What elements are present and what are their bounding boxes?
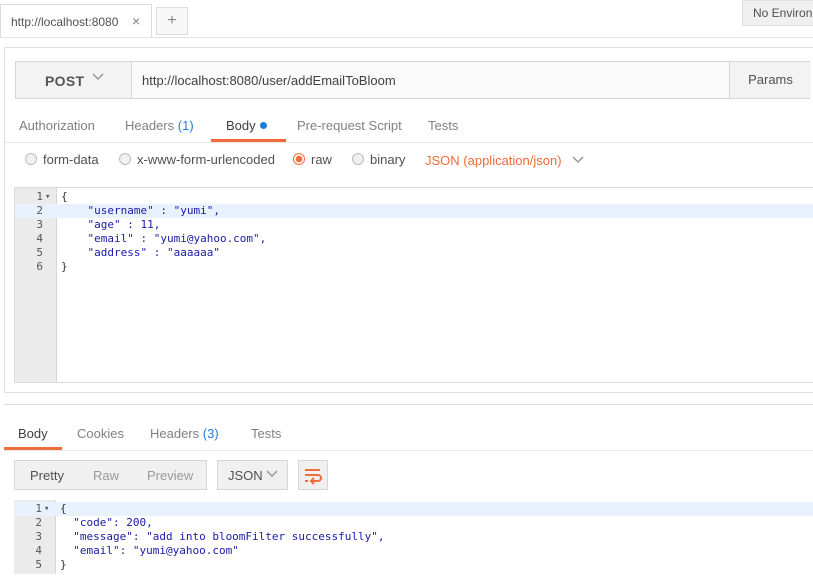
method-label: POST [45,73,85,89]
code-line: 6 } [15,260,813,274]
code-line: 1 ▾ { [15,190,813,204]
code-text: } [61,260,68,273]
divider [0,37,813,38]
headers-count: (1) [177,118,194,133]
format-dropdown[interactable]: JSON [217,460,288,490]
code-text: } [60,558,67,571]
url-bar: POST http://localhost:8080/user/addEmail… [15,61,811,99]
response-panel: Body Cookies Headers (3) Tests Pretty Ra… [4,404,813,586]
method-selector[interactable]: POST [16,62,132,98]
response-tab-cookies[interactable]: Cookies [77,426,124,441]
modified-dot-icon [259,122,267,129]
tab-authorization[interactable]: Authorization [19,118,95,133]
tab-label: Headers [150,426,200,441]
code-line: 3 "message": "add into bloomFilter succe… [14,530,813,544]
url-input[interactable]: http://localhost:8080/user/addEmailToBlo… [142,73,396,88]
add-tab-button[interactable]: + [156,7,188,35]
format-label: JSON [228,468,263,483]
code-text: "address" : "aaaaaa" [61,246,220,259]
code-text: "code": 200, [60,516,153,529]
code-text: { [60,502,67,515]
code-line: 3 "age" : 11, [15,218,813,232]
code-text: "message": "add into bloomFilter success… [60,530,385,543]
radio-form-data[interactable]: form-data [25,152,99,167]
code-line: 4 "email": "yumi@yahoo.com" [14,544,813,558]
radio-selected-icon[interactable] [293,153,305,165]
request-body-editor[interactable]: 1 ▾ { 2 "username" : "yumi", 3 "age" : 11… [14,187,813,383]
divider [5,142,813,143]
line-number: 4 [35,544,42,557]
code-text: "age" : 11, [61,218,161,231]
code-line: 4 "email" : "yumi@yahoo.com", [15,232,813,246]
radio-label: form-data [43,152,99,167]
fold-arrow-icon[interactable]: ▾ [44,502,54,516]
content-type-label: JSON (application/json) [425,153,562,168]
line-number: 2 [35,516,42,529]
divider [4,450,813,451]
content-type-dropdown[interactable]: JSON (application/json) [425,153,584,168]
line-number: 4 [36,232,43,245]
view-raw[interactable]: Raw [93,468,119,483]
line-number: 5 [35,558,42,571]
request-tabs: Authorization Headers (1) Body Pre-reque… [5,108,813,142]
radio-icon[interactable] [25,153,37,165]
chevron-down-icon [572,154,584,168]
radio-x-www-form-urlencoded[interactable]: x-www-form-urlencoded [119,152,275,167]
line-number: 5 [36,246,43,259]
tab-label: Headers [125,118,175,133]
chevron-down-icon [92,70,104,85]
tab-label: Authorization [19,118,95,133]
response-body-viewer[interactable]: 1 ▾ { 2 "code": 200, 3 "message": "add in… [14,500,813,586]
line-number: 3 [36,218,43,231]
code-text: "username" : "yumi", [61,204,220,217]
view-pretty[interactable]: Pretty [30,468,64,483]
wrap-lines-button[interactable] [298,460,328,490]
tab-body[interactable]: Body [226,118,267,133]
view-preview[interactable]: Preview [147,468,193,483]
tab-headers[interactable]: Headers (1) [125,118,194,133]
request-panel: POST http://localhost:8080/user/addEmail… [4,47,813,393]
response-tab-headers[interactable]: Headers (3) [150,426,219,441]
request-tab-title[interactable]: http://localhost:8080 [11,15,123,29]
code-text: "email": "yumi@yahoo.com" [60,544,239,557]
headers-count: (3) [202,426,219,441]
params-button[interactable]: Params [729,62,811,98]
tab-label: Pre-request Script [297,118,402,133]
line-number: 3 [35,530,42,543]
line-number: 1 [35,502,42,515]
request-tab[interactable]: http://localhost:8080 × [0,4,152,38]
fold-arrow-icon[interactable]: ▾ [45,190,55,204]
plus-icon[interactable]: + [167,12,176,29]
radio-icon[interactable] [119,153,131,165]
radio-raw[interactable]: raw [293,152,332,167]
radio-label: binary [370,152,406,167]
response-tab-tests[interactable]: Tests [251,426,281,441]
tab-bar: http://localhost:8080 × + No Environment [0,0,813,38]
body-type-options: form-data x-www-form-urlencoded raw bina… [5,146,813,178]
code-text: "email" : "yumi@yahoo.com", [61,232,267,245]
line-number: 6 [36,260,43,273]
code-line: 5 "address" : "aaaaaa" [15,246,813,260]
radio-binary[interactable]: binary [352,152,405,167]
radio-icon[interactable] [352,153,364,165]
chevron-down-icon [266,468,278,482]
environment-selector[interactable]: No Environment [742,0,813,26]
response-tab-body[interactable]: Body [18,426,48,441]
code-line: 5 } [14,558,813,572]
view-mode-group: Pretty Raw Preview [14,460,207,490]
tab-pre-request-script[interactable]: Pre-request Script [297,118,402,133]
wrap-lines-icon [305,469,322,485]
line-number: 1 [36,190,43,203]
line-number: 2 [36,204,43,217]
tab-tests[interactable]: Tests [428,118,458,133]
code-line-active: 1 ▾ { [14,502,813,516]
code-line: 2 "code": 200, [14,516,813,530]
radio-label: x-www-form-urlencoded [137,152,275,167]
radio-label: raw [311,152,332,167]
code-text: { [61,190,68,203]
close-icon[interactable]: × [132,13,140,29]
tab-label: Body [226,118,256,133]
tab-label: Tests [428,118,459,133]
code-line-active: 2 "username" : "yumi", [15,204,813,218]
